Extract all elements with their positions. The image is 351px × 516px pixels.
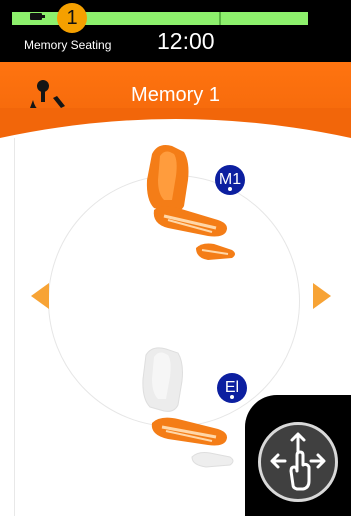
arrow-right-icon[interactable]	[313, 283, 331, 309]
badge-dot	[228, 187, 232, 191]
swipe-gesture-icon	[270, 432, 326, 491]
memory-badge-e1[interactable]: El	[217, 373, 247, 403]
page-title: Memory 1	[131, 84, 220, 106]
memory-badge-label: M1	[218, 171, 242, 188]
status-bar: 1 Memory Seating 12:00	[0, 0, 351, 62]
battery-icon	[30, 13, 45, 20]
memory-badge-m1[interactable]: M1	[215, 165, 245, 195]
swipe-gesture-button[interactable]	[258, 422, 338, 502]
side-rule	[14, 138, 15, 516]
badge-dot	[230, 395, 234, 399]
memory-badge-label: El	[224, 379, 240, 396]
app-name: Memory Seating	[24, 38, 112, 52]
clock: 12:00	[157, 28, 215, 54]
app-screen: 1 Memory Seating 12:00 Memory 1 M1 El	[0, 0, 351, 516]
battery-divider	[219, 12, 221, 25]
seat-icon[interactable]	[138, 140, 248, 272]
notification-badge[interactable]: 1	[57, 3, 87, 33]
seat-icon[interactable]	[138, 343, 248, 475]
arrow-left-icon[interactable]	[31, 283, 49, 309]
